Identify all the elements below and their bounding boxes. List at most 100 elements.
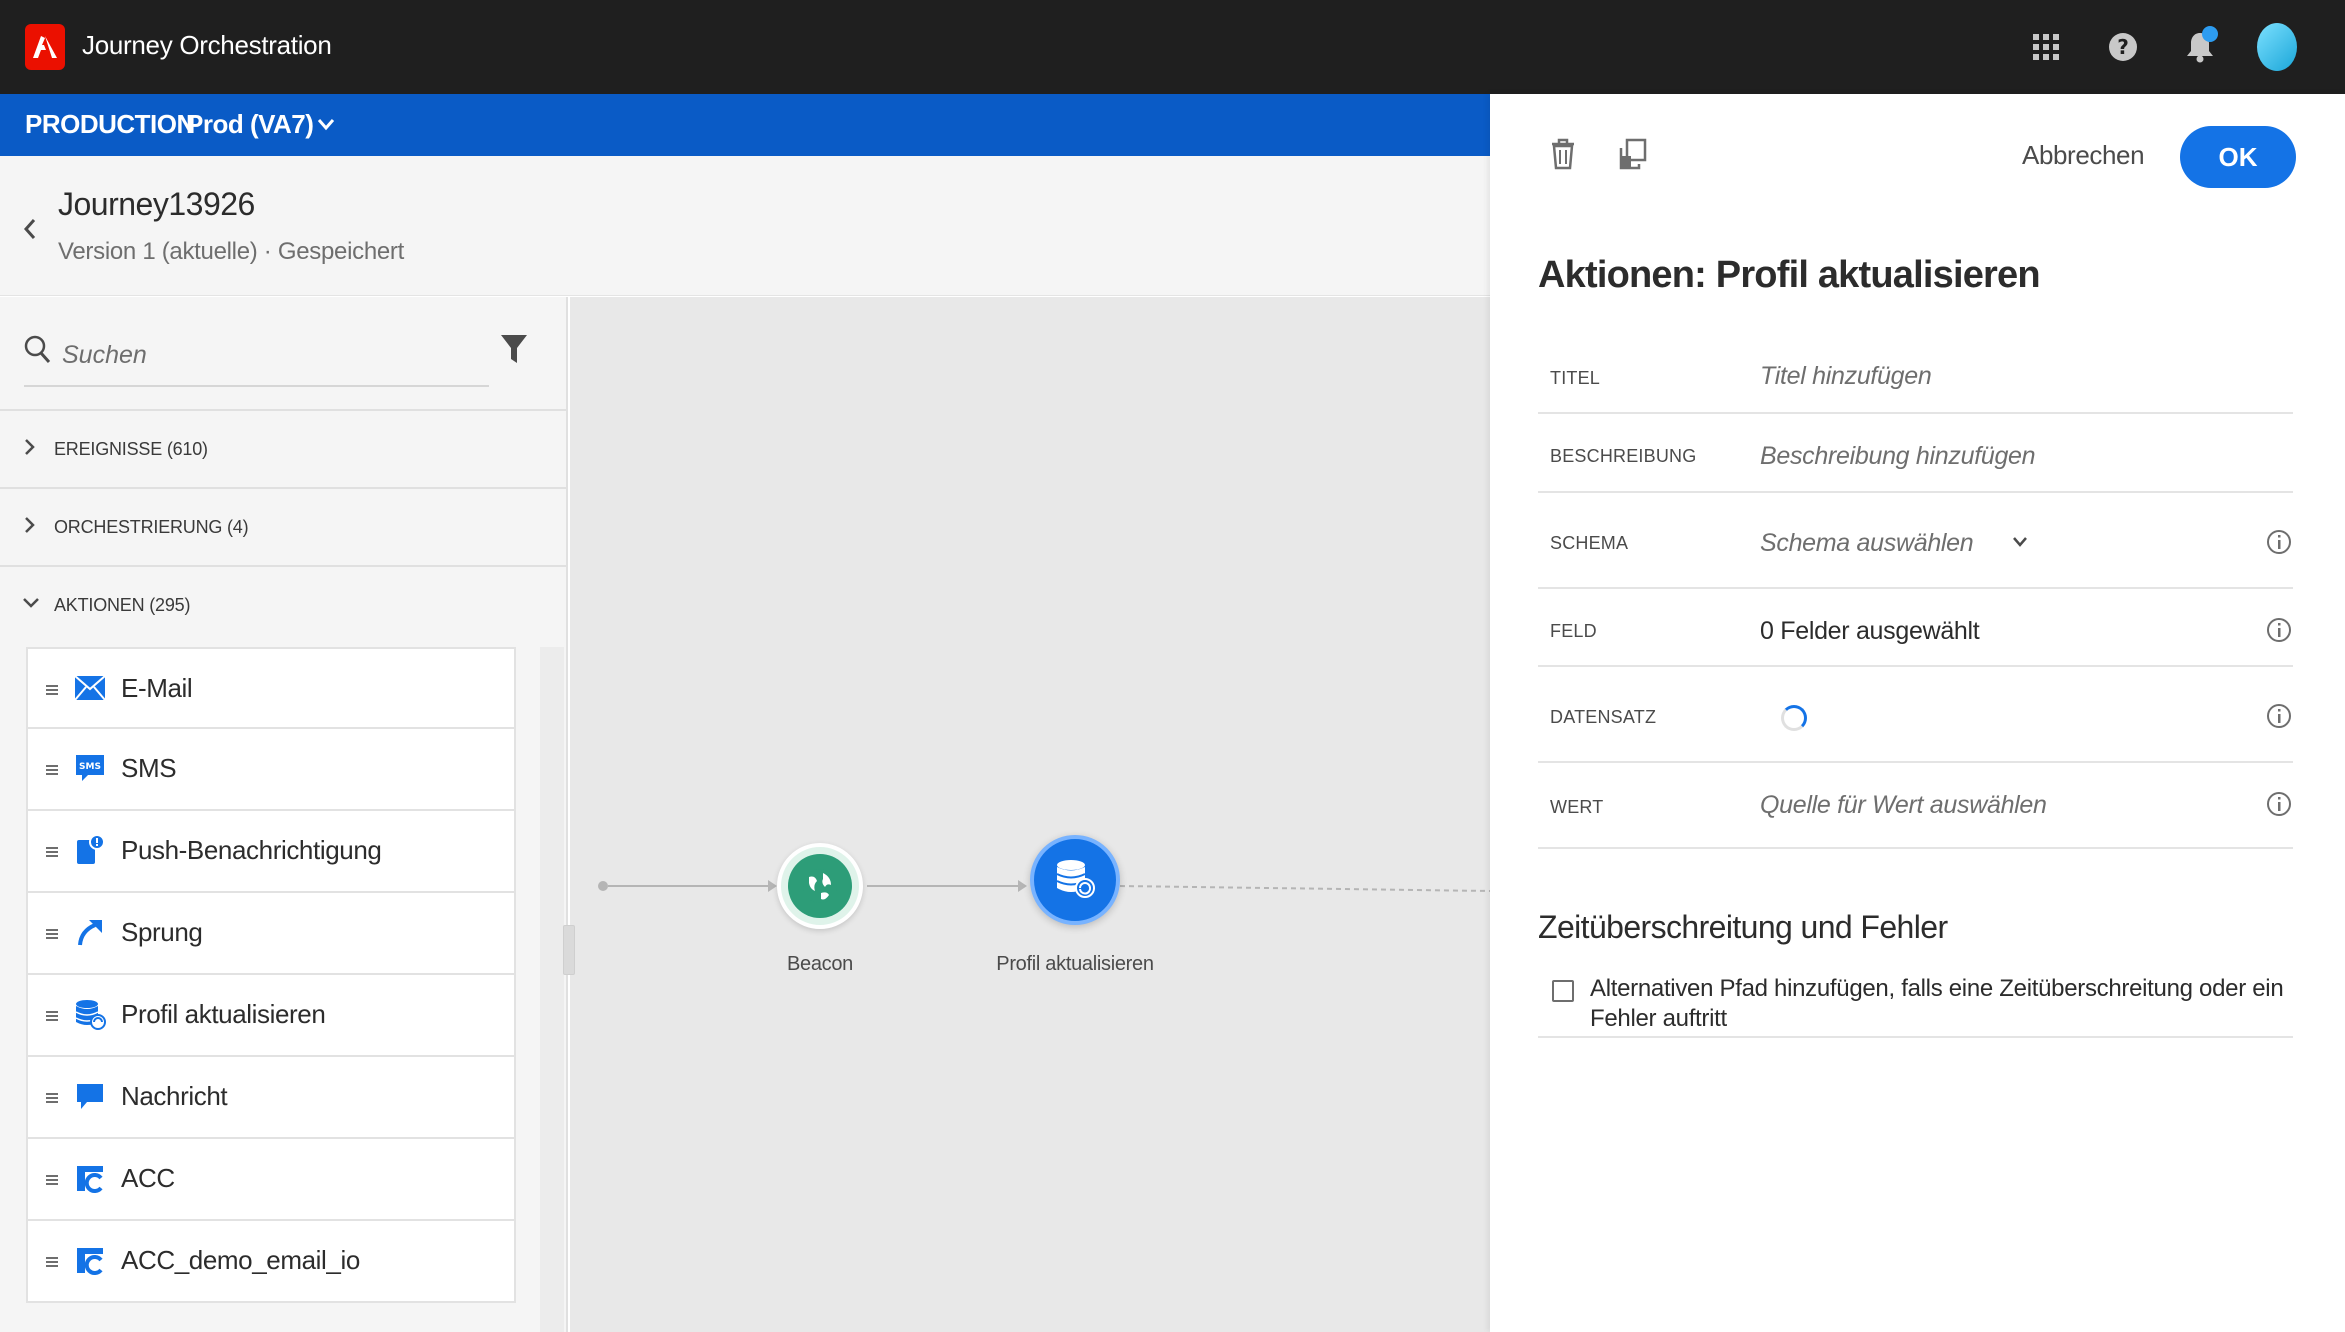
field-label: WERT bbox=[1550, 797, 1604, 817]
chevron-right-icon bbox=[22, 437, 36, 462]
field-row-value: WERT Quelle für Wert auswählen bbox=[1538, 763, 2293, 849]
palette-scrollbar[interactable] bbox=[540, 647, 564, 1332]
apps-grid-icon[interactable] bbox=[2007, 22, 2084, 72]
action-item-update-profile[interactable]: Profil aktualisieren bbox=[26, 975, 516, 1057]
category-orchestration[interactable]: ORCHESTRIERUNG (4) bbox=[0, 487, 566, 565]
actions-list: E-Mail SMS SMS Push-Benachrichtigung Spr… bbox=[26, 647, 516, 1303]
search-input[interactable] bbox=[62, 335, 462, 375]
journey-header: Journey13926 Version 1 (aktuelle) · Gesp… bbox=[0, 156, 1490, 296]
user-avatar[interactable] bbox=[2238, 22, 2315, 72]
back-chevron-icon[interactable] bbox=[22, 216, 38, 247]
action-label: ACC bbox=[121, 1163, 175, 1193]
environment-bar: PRODUCTION Prod (VA7) bbox=[0, 94, 1490, 156]
globe-icon bbox=[788, 854, 852, 918]
action-item-acc[interactable]: ACC bbox=[26, 1139, 516, 1221]
node-label: Beacon bbox=[786, 953, 854, 975]
field-row-description: BESCHREIBUNG Beschreibung hinzufügen bbox=[1538, 414, 2293, 493]
action-item-message[interactable]: Nachricht bbox=[26, 1057, 516, 1139]
top-bar: Journey Orchestration ? bbox=[0, 0, 2345, 94]
sms-icon: SMS bbox=[73, 751, 107, 785]
update-profile-icon bbox=[73, 997, 107, 1031]
value-source-selector[interactable]: Quelle für Wert auswählen bbox=[1760, 791, 2047, 820]
activity-palette: EREIGNISSE (610) ORCHESTRIERUNG (4) AKTI… bbox=[0, 297, 568, 1332]
acc-icon bbox=[73, 1161, 107, 1195]
canvas-node-beacon[interactable] bbox=[777, 843, 863, 929]
journey-name: Journey13926 bbox=[58, 186, 255, 222]
description-input[interactable]: Beschreibung hinzufügen bbox=[1760, 442, 2036, 471]
action-label: E-Mail bbox=[121, 673, 193, 703]
notification-dot bbox=[2202, 26, 2218, 42]
field-row-title: TITEL Titel hinzufügen bbox=[1538, 332, 2293, 414]
environment-label: PRODUCTION bbox=[25, 109, 195, 139]
schema-dropdown[interactable]: Schema auswählen bbox=[1760, 529, 1974, 558]
canvas-connectors bbox=[598, 880, 1490, 892]
chevron-right-icon bbox=[22, 515, 36, 540]
field-label: BESCHREIBUNG bbox=[1550, 446, 1697, 466]
drag-handle-icon[interactable] bbox=[46, 1093, 58, 1103]
timeout-path-checkbox[interactable] bbox=[1552, 980, 1574, 1002]
info-icon[interactable] bbox=[2266, 617, 2292, 648]
adobe-logo[interactable] bbox=[25, 24, 65, 70]
search-box bbox=[24, 327, 489, 387]
duplicate-icon[interactable] bbox=[1618, 138, 1648, 175]
title-input[interactable]: Titel hinzufügen bbox=[1760, 362, 1932, 391]
action-label: Profil aktualisieren bbox=[121, 999, 326, 1029]
canvas-node-update-profile[interactable] bbox=[1030, 835, 1120, 925]
drag-handle-icon[interactable] bbox=[46, 1257, 58, 1267]
node-label: Profil aktualisieren bbox=[996, 953, 1154, 975]
svg-text:?: ? bbox=[2117, 35, 2129, 59]
info-icon[interactable] bbox=[2266, 791, 2292, 822]
field-label: SCHEMA bbox=[1550, 533, 1629, 553]
notifications-bell-icon[interactable] bbox=[2161, 22, 2238, 72]
field-row-field: FELD 0 Felder ausgewählt bbox=[1538, 589, 2293, 667]
drag-handle-icon[interactable] bbox=[46, 1175, 58, 1185]
sandbox-switcher[interactable]: Prod (VA7) bbox=[186, 109, 314, 140]
cancel-button[interactable]: Abbrechen bbox=[2022, 140, 2145, 171]
action-item-email[interactable]: E-Mail bbox=[26, 647, 516, 729]
journey-canvas[interactable] bbox=[570, 297, 1490, 1332]
action-item-sms[interactable]: SMS SMS bbox=[26, 729, 516, 811]
help-icon[interactable]: ? bbox=[2084, 22, 2161, 72]
action-label: ACC_demo_email_io bbox=[121, 1245, 360, 1275]
category-label: EREIGNISSE (610) bbox=[54, 438, 208, 459]
action-label: SMS bbox=[121, 753, 177, 783]
action-item-jump[interactable]: Sprung bbox=[26, 893, 516, 975]
trash-icon[interactable] bbox=[1550, 138, 1576, 175]
activity-config-panel: Abbrechen OK Aktionen: Profil aktualisie… bbox=[1490, 94, 2345, 1332]
drag-handle-icon[interactable] bbox=[46, 685, 58, 695]
action-label: Nachricht bbox=[121, 1081, 228, 1111]
drag-handle-icon[interactable] bbox=[46, 765, 58, 775]
category-actions[interactable]: AKTIONEN (295) bbox=[0, 565, 566, 643]
info-icon[interactable] bbox=[2266, 529, 2292, 560]
field-selector[interactable]: 0 Felder ausgewählt bbox=[1760, 617, 1980, 646]
update-profile-icon bbox=[1053, 856, 1097, 905]
action-label: Sprung bbox=[121, 917, 203, 947]
drag-handle-icon[interactable] bbox=[46, 1011, 58, 1021]
loading-spinner bbox=[1781, 705, 1807, 731]
chevron-down-icon[interactable] bbox=[316, 110, 336, 143]
timeout-checkbox-label[interactable]: Alternativen Pfad hinzufügen, falls eine… bbox=[1590, 974, 2290, 1034]
action-item-push[interactable]: Push-Benachrichtigung bbox=[26, 811, 516, 893]
email-icon bbox=[73, 671, 107, 705]
category-events[interactable]: EREIGNISSE (610) bbox=[0, 409, 566, 487]
drag-handle-icon[interactable] bbox=[46, 847, 58, 857]
app-title: Journey Orchestration bbox=[82, 30, 332, 60]
search-icon bbox=[24, 335, 52, 370]
ok-button[interactable]: OK bbox=[2180, 126, 2296, 188]
chevron-down-icon bbox=[22, 593, 40, 618]
info-icon[interactable] bbox=[2266, 703, 2292, 734]
chevron-down-icon[interactable] bbox=[2011, 533, 2029, 556]
push-notification-icon bbox=[73, 833, 107, 867]
field-label: FELD bbox=[1550, 621, 1597, 641]
filter-icon[interactable] bbox=[500, 333, 528, 370]
timeout-section-title: Zeitüberschreitung und Fehler bbox=[1538, 909, 1948, 945]
acc-icon bbox=[73, 1243, 107, 1277]
field-row-dataset: DATENSATZ bbox=[1538, 667, 2293, 763]
action-item-acc-demo-email-io[interactable]: ACC_demo_email_io bbox=[26, 1221, 516, 1303]
message-icon bbox=[73, 1079, 107, 1113]
palette-resize-handle[interactable] bbox=[563, 925, 575, 975]
field-row-schema: SCHEMA Schema auswählen bbox=[1538, 493, 2293, 589]
action-label: Push-Benachrichtigung bbox=[121, 835, 382, 865]
divider bbox=[1538, 1036, 2293, 1038]
drag-handle-icon[interactable] bbox=[46, 929, 58, 939]
